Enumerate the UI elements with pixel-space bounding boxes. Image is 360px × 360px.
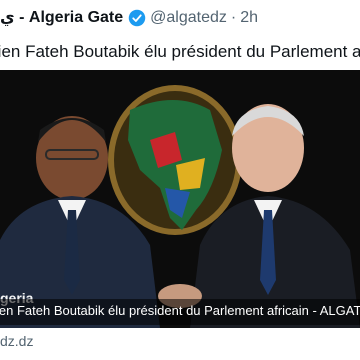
author-handle[interactable]: @algatedz bbox=[150, 8, 227, 28]
tweet-header: ي - Algeria Gate @algatedz · 2h bbox=[0, 0, 360, 38]
author-name[interactable]: ي - Algeria Gate bbox=[0, 8, 123, 28]
news-photo bbox=[0, 70, 360, 328]
separator-dot: · bbox=[230, 9, 237, 26]
link-domain[interactable]: dz.dz bbox=[0, 333, 33, 349]
author-row: ي - Algeria Gate @algatedz · 2h bbox=[0, 8, 258, 28]
verified-badge-icon bbox=[128, 9, 146, 27]
card-caption-text: ien Fateh Boutabik élu président du Parl… bbox=[0, 303, 360, 318]
tweet-text: rien Fateh Boutabik élu président du Par… bbox=[0, 40, 360, 64]
tweet-text-content: rien Fateh Boutabik élu président du Par… bbox=[0, 42, 360, 61]
media-card[interactable]: geria ien Fateh Boutabik élu président d… bbox=[0, 70, 360, 328]
post-time[interactable]: 2h bbox=[240, 8, 258, 28]
card-caption: ien Fateh Boutabik élu président du Parl… bbox=[0, 299, 360, 325]
